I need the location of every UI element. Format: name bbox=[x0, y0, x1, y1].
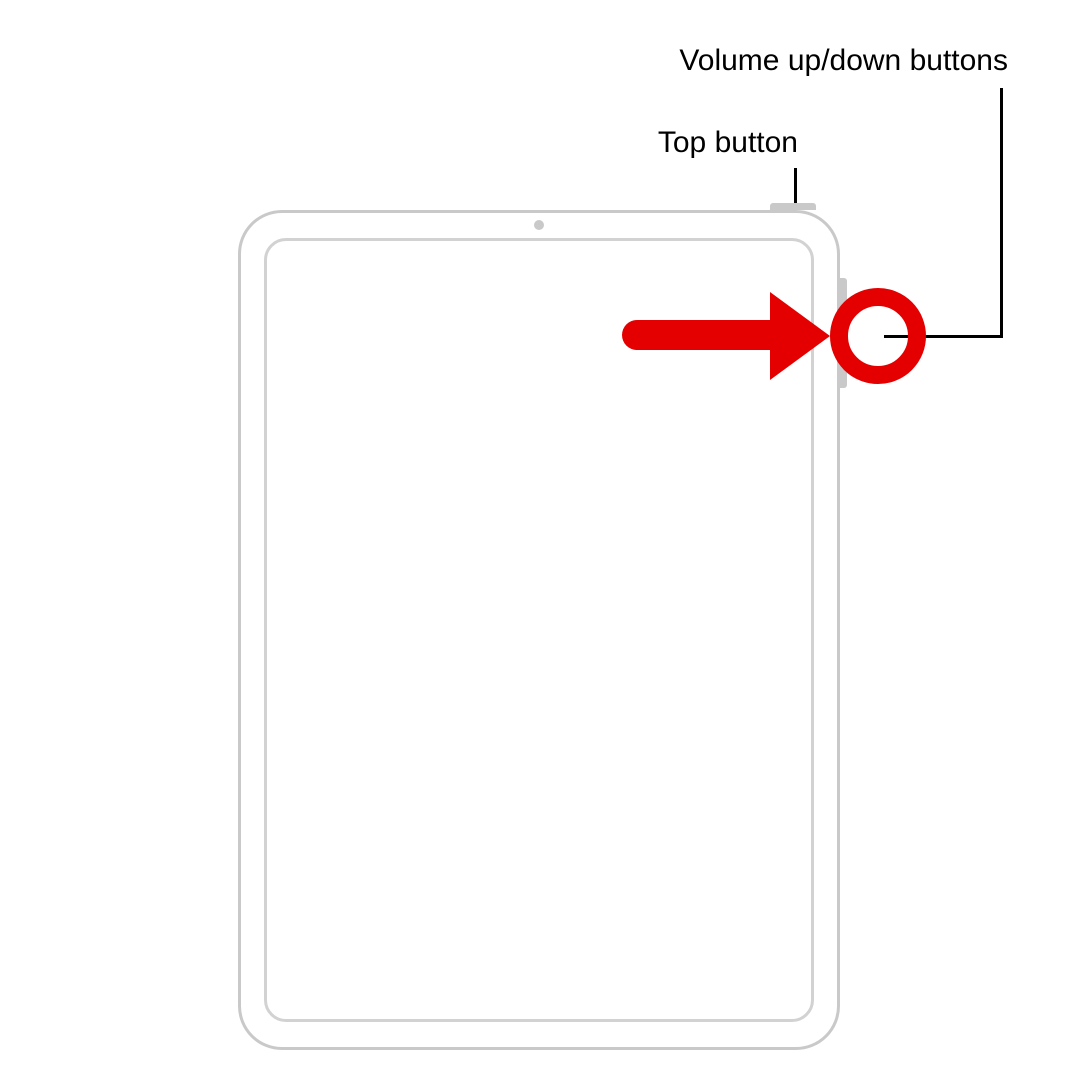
ipad-top-button bbox=[770, 203, 816, 210]
highlight-circle-icon bbox=[830, 288, 926, 384]
diagram-canvas: Volume up/down buttons Top button bbox=[0, 0, 1080, 1080]
ipad-front-camera bbox=[534, 220, 544, 230]
label-top-button: Top button bbox=[658, 126, 798, 160]
leader-line-volume-vertical bbox=[1000, 88, 1003, 338]
ipad-screen bbox=[264, 238, 814, 1022]
arrow-head-icon bbox=[770, 292, 830, 380]
arrow-shaft bbox=[622, 320, 790, 350]
label-volume-buttons: Volume up/down buttons bbox=[679, 44, 1008, 78]
